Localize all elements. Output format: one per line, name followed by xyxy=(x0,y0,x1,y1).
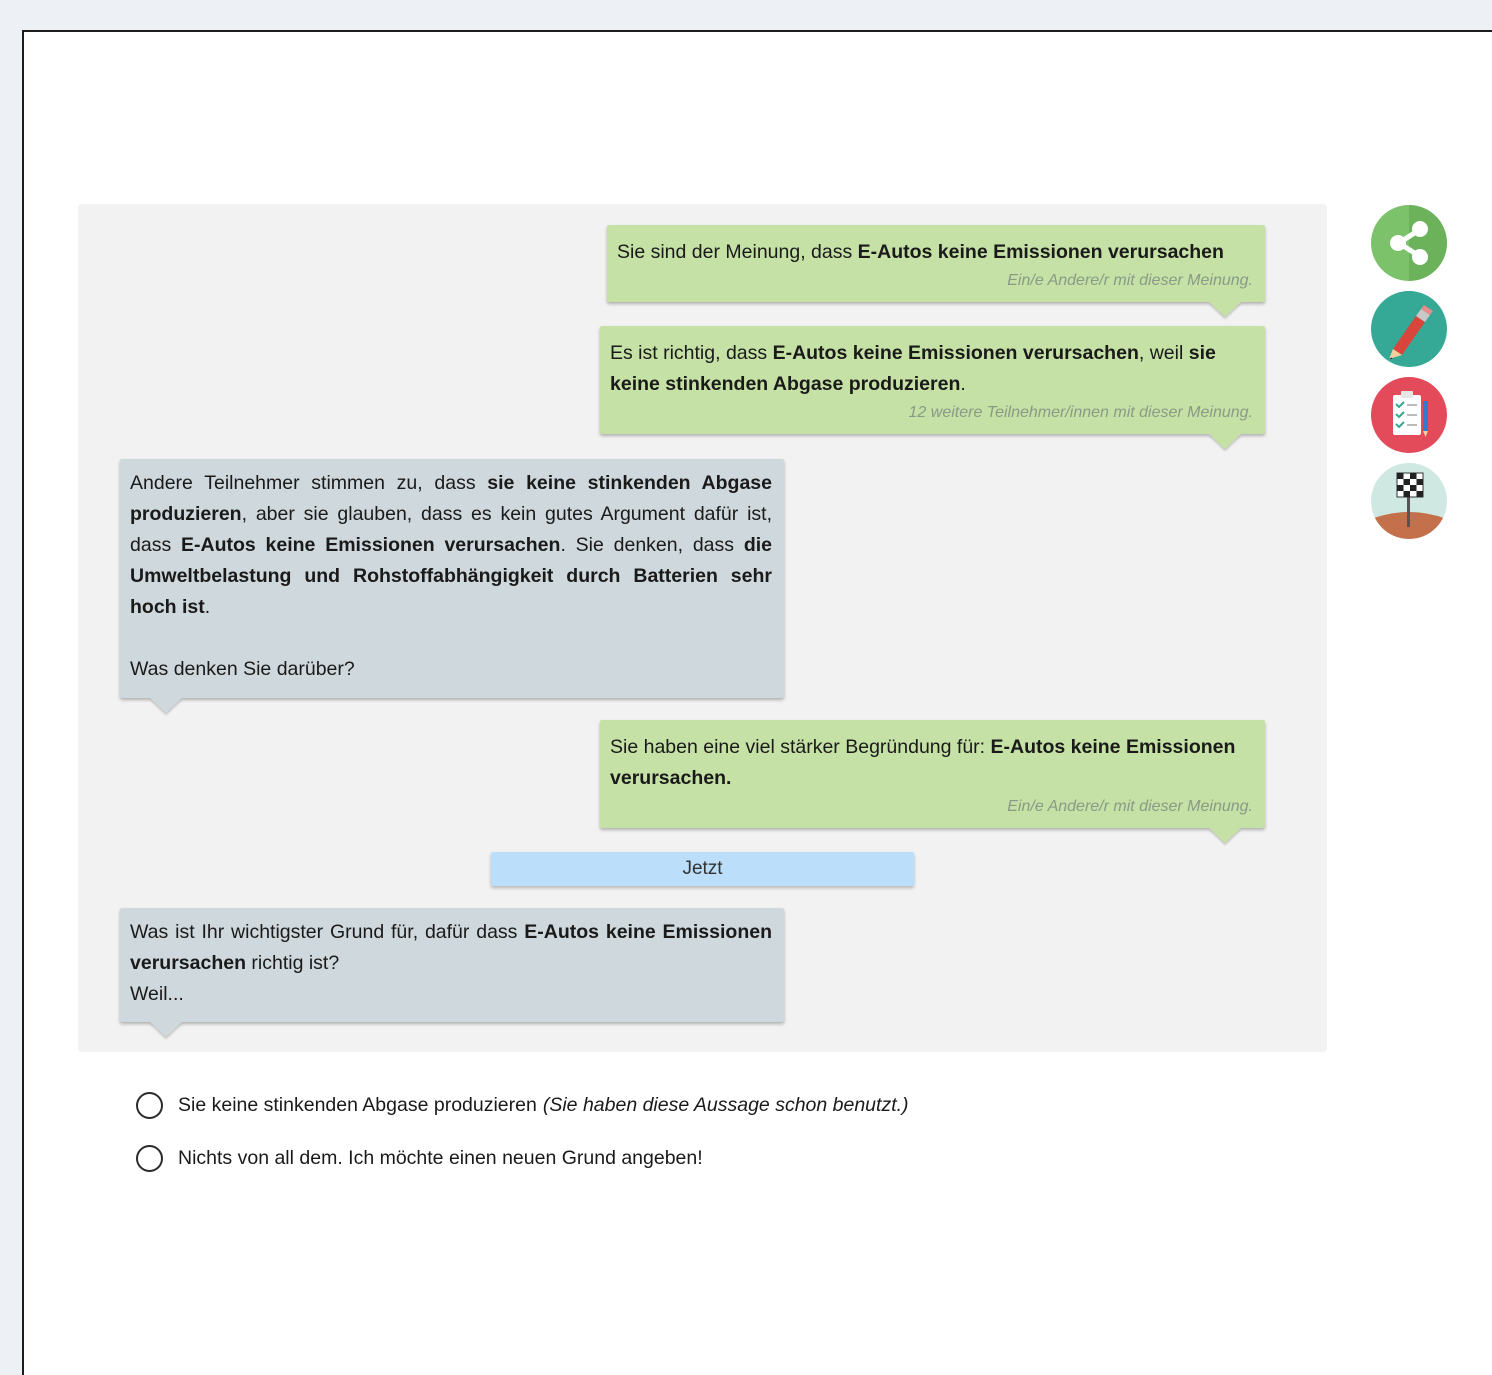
radio-button[interactable] xyxy=(136,1091,163,1119)
message-text: Was ist Ihr wichtigster Grund für, dafür… xyxy=(130,921,525,943)
option-label: Nichts von all dem. Ich möchte einen neu… xyxy=(178,1146,703,1169)
message-meta: 12 weitere Teilnehmer/innen mit dieser M… xyxy=(908,404,1253,421)
option-note: (Sie haben diese Aussage schon benutzt.) xyxy=(542,1093,909,1116)
message-text: Es ist richtig, dass xyxy=(610,342,773,364)
share-icon[interactable] xyxy=(1371,205,1447,281)
answer-option[interactable]: Sie keine stinkenden Abgase produzieren … xyxy=(136,1090,909,1120)
message-text: . xyxy=(960,373,966,395)
answer-option-new-reason[interactable]: Nichts von all dem. Ich möchte einen neu… xyxy=(136,1143,909,1173)
message-text: Sie haben eine viel stärker Begründung f… xyxy=(610,736,991,758)
message-question-reason: Was ist Ihr wichtigster Grund für, dafür… xyxy=(120,908,784,1022)
message-meta: Ein/e Andere/r mit dieser Meinung. xyxy=(1007,798,1253,815)
message-stronger-reason: Sie haben eine viel stärker Begründung f… xyxy=(600,720,1265,828)
message-bold: E-Autos keine Emissionen verursachen xyxy=(857,241,1224,263)
now-divider: Jetzt xyxy=(491,852,914,886)
message-own-argument: Es ist richtig, dass E-Autos keine Emiss… xyxy=(600,326,1265,434)
message-text: richtig ist? xyxy=(245,952,340,974)
checklist-icon[interactable] xyxy=(1371,377,1447,453)
message-text: Andere Teilnehmer stimmen zu, dass xyxy=(130,472,488,494)
message-meta: Ein/e Andere/r mit dieser Meinung. xyxy=(1007,272,1253,289)
finish-flag-icon[interactable] xyxy=(1371,463,1447,539)
pencil-icon[interactable] xyxy=(1371,291,1447,367)
message-text: Weil... xyxy=(130,983,184,1005)
chat-panel: Sie sind der Meinung, dass E-Autos keine… xyxy=(78,204,1327,1052)
option-label: Sie keine stinkenden Abgase produzieren xyxy=(178,1093,537,1116)
message-counter-argument: Andere Teilnehmer stimmen zu, dass sie k… xyxy=(120,459,784,698)
message-own-opinion: Sie sind der Meinung, dass E-Autos keine… xyxy=(607,225,1265,302)
message-bold: E-Autos keine Emissionen verursachen xyxy=(181,534,561,556)
answer-options: Sie keine stinkenden Abgase produzieren … xyxy=(136,1090,909,1196)
message-paragraph: Andere Teilnehmer stimmen zu, dass sie k… xyxy=(130,468,772,623)
message-paragraph: Was ist Ihr wichtigster Grund für, dafür… xyxy=(130,917,772,979)
message-text: , weil xyxy=(1138,342,1189,364)
message-text: . xyxy=(204,596,211,618)
message-bold: E-Autos keine Emissionen verursachen xyxy=(772,342,1139,364)
message-text: . Sie denken, dass xyxy=(560,534,744,556)
side-toolbar xyxy=(1371,205,1447,549)
message-question: Was denken Sie darüber? xyxy=(130,658,355,680)
message-text: Sie sind der Meinung, dass xyxy=(617,241,858,263)
radio-button[interactable] xyxy=(136,1144,163,1172)
